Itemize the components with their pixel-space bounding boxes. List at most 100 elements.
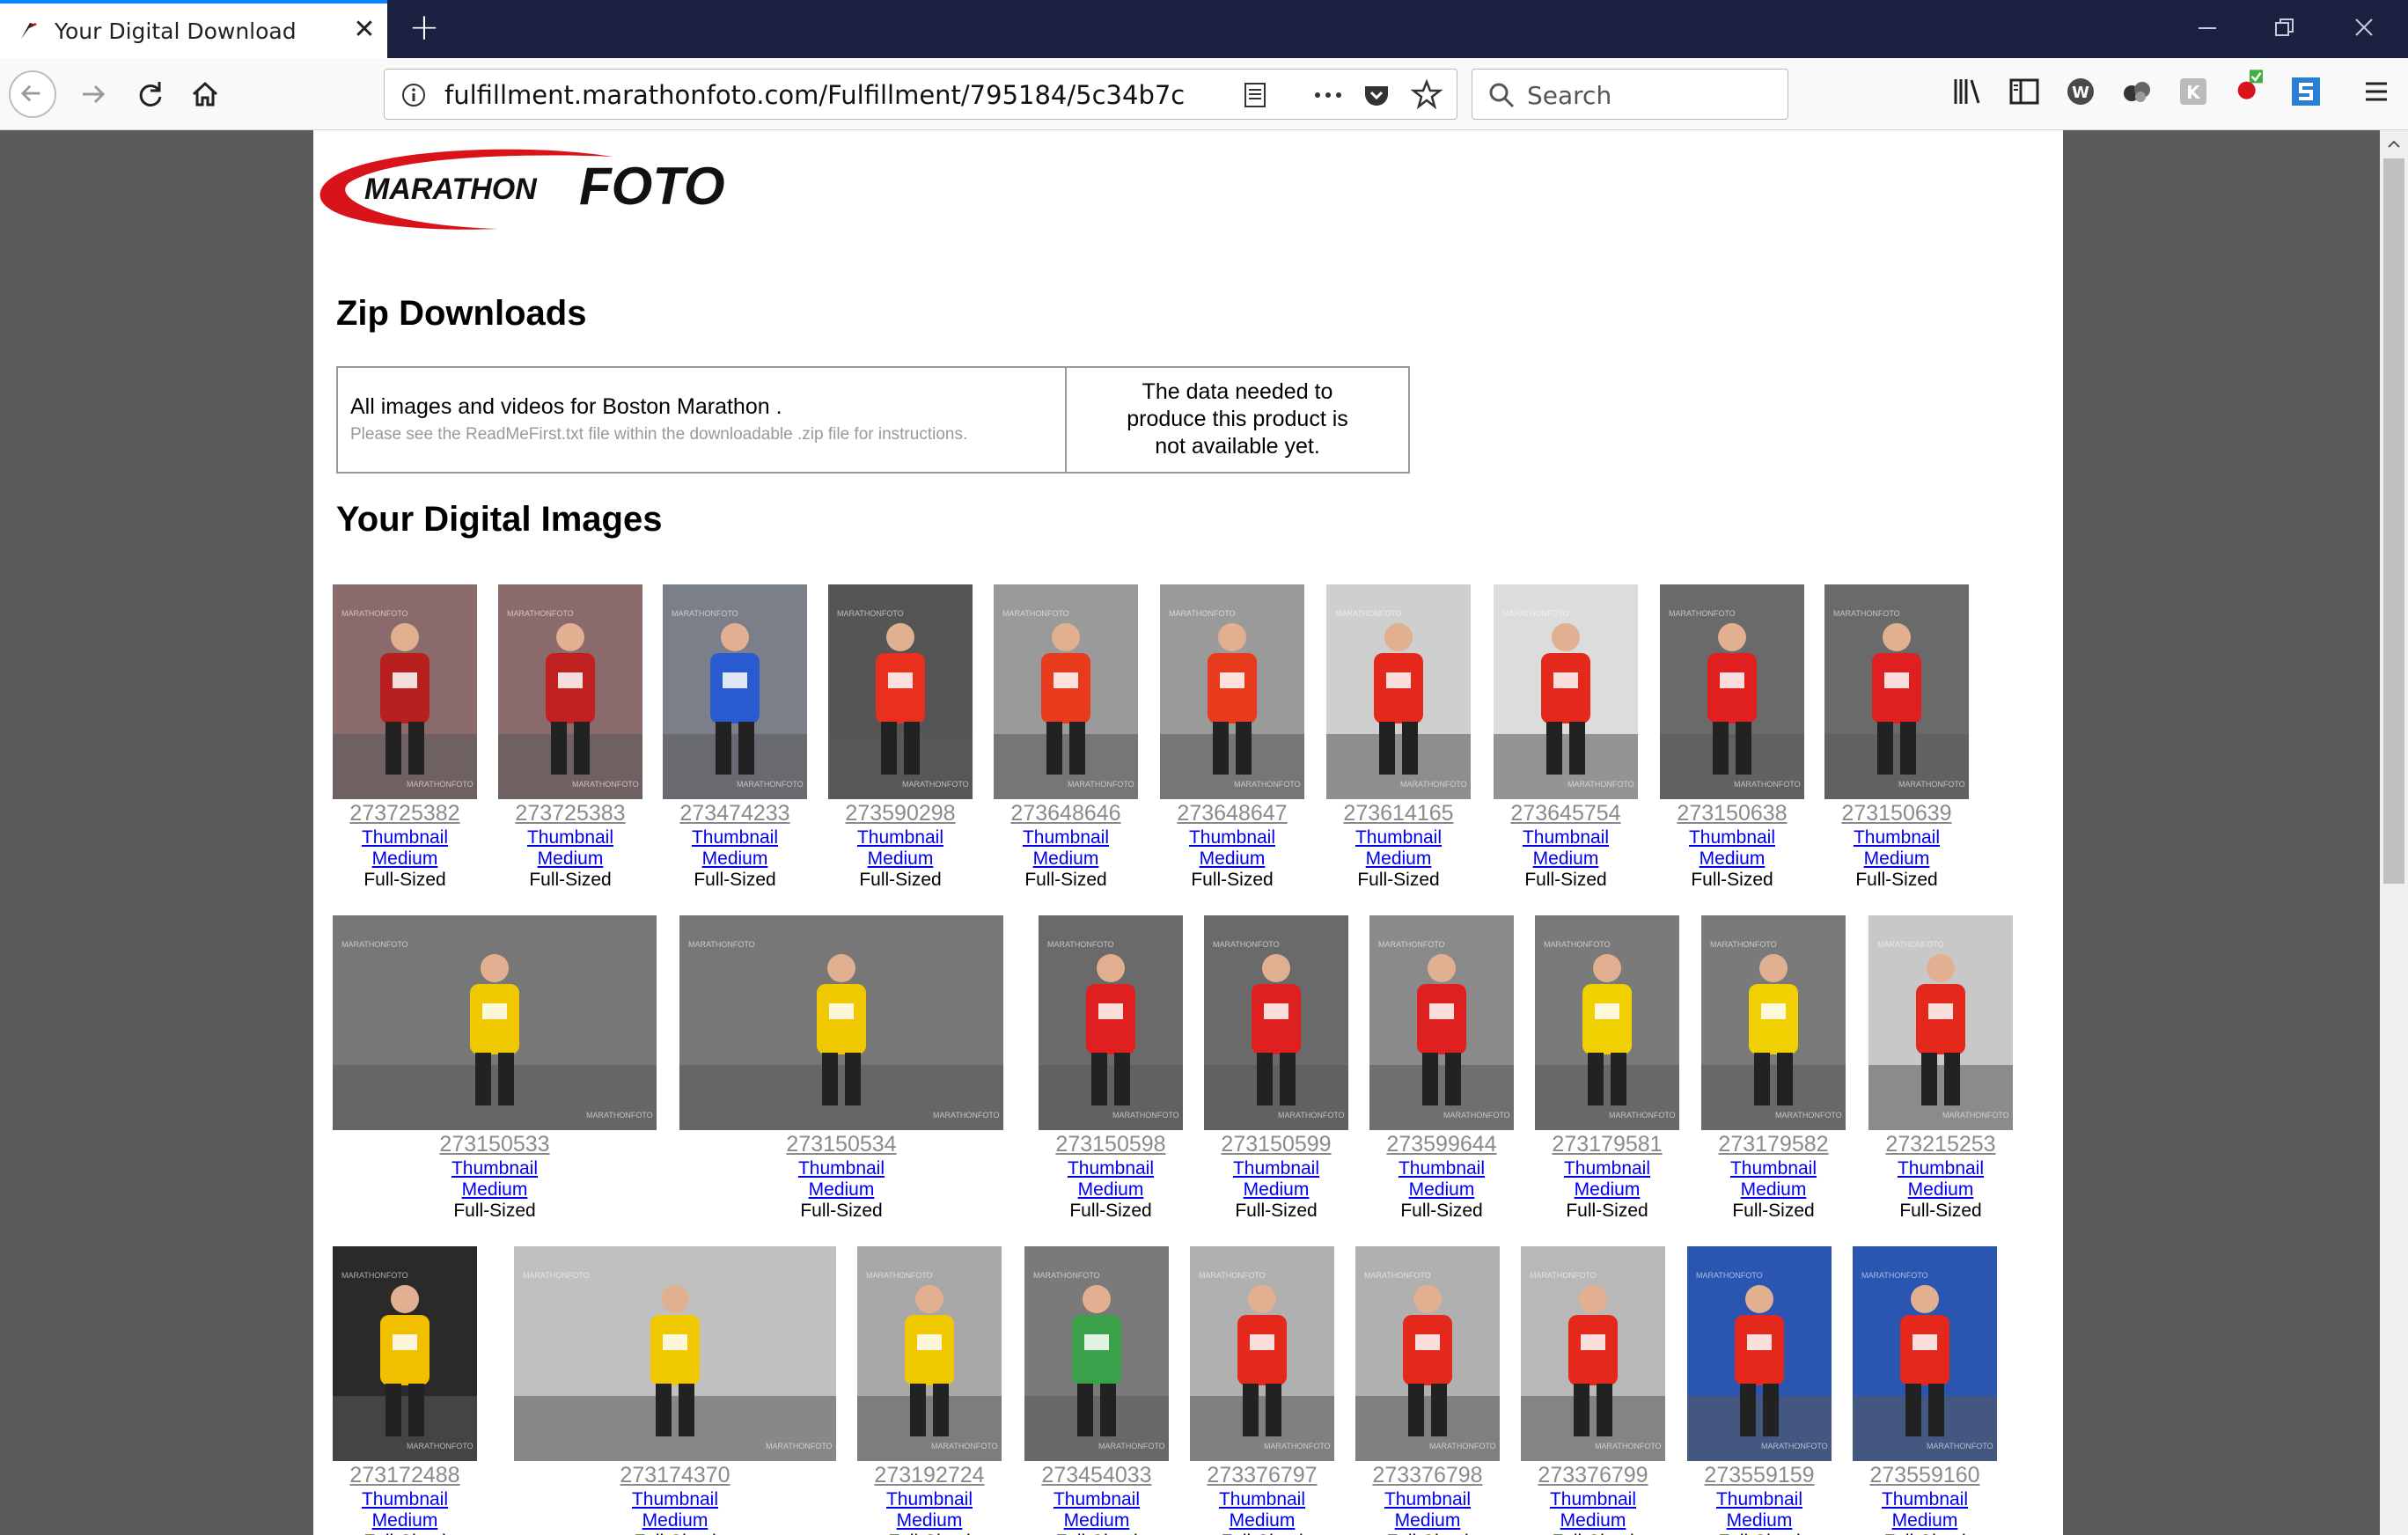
extension-balls-icon[interactable]	[2119, 74, 2155, 109]
search-bar[interactable]: Search	[1472, 69, 1788, 120]
photo-thumbnail-image[interactable]: MARATHONFOTO MARATHONFOTO	[1868, 915, 2013, 1130]
photo-thumbnail-image[interactable]: MARATHONFOTO MARATHONFOTO	[514, 1246, 836, 1461]
extension-k-icon[interactable]: K	[2176, 74, 2211, 109]
photo-thumbnail-image[interactable]: MARATHONFOTO MARATHONFOTO	[333, 584, 477, 799]
thumbnail-link[interactable]: Thumbnail	[1701, 1158, 1846, 1179]
photo-thumbnail-image[interactable]: MARATHONFOTO MARATHONFOTO	[1204, 915, 1348, 1130]
photo-thumbnail-image[interactable]: MARATHONFOTO MARATHONFOTO	[828, 584, 973, 799]
restore-icon[interactable]	[2267, 12, 2302, 44]
url-text[interactable]: fulfillment.marathonfoto.com/Fulfillment…	[444, 80, 1184, 110]
photo-thumbnail-image[interactable]: MARATHONFOTO MARATHONFOTO	[1824, 584, 1969, 799]
photo-thumbnail-image[interactable]: MARATHONFOTO MARATHONFOTO	[1355, 1246, 1500, 1461]
medium-link[interactable]: Medium	[1701, 1179, 1846, 1201]
extension-w-icon[interactable]: W	[2063, 74, 2098, 109]
medium-link[interactable]: Medium	[1190, 1510, 1334, 1531]
photo-thumbnail-image[interactable]: MARATHONFOTO MARATHONFOTO	[1190, 1246, 1334, 1461]
thumbnail-link[interactable]: Thumbnail	[663, 827, 807, 848]
medium-link[interactable]: Medium	[1355, 1510, 1500, 1531]
medium-link[interactable]: Medium	[663, 848, 807, 870]
medium-link[interactable]: Medium	[1535, 1179, 1679, 1201]
medium-link[interactable]: Medium	[333, 1179, 657, 1201]
browser-tab[interactable]: Your Digital Download ✕	[0, 0, 387, 58]
thumbnail-link[interactable]: Thumbnail	[1160, 827, 1304, 848]
thumbnail-link[interactable]: Thumbnail	[514, 1489, 836, 1510]
photo-thumbnail-image[interactable]: MARATHONFOTO MARATHONFOTO	[1024, 1246, 1169, 1461]
medium-link[interactable]: Medium	[1039, 1179, 1183, 1201]
photo-thumbnail-image[interactable]: MARATHONFOTO MARATHONFOTO	[498, 584, 642, 799]
home-icon[interactable]	[181, 70, 229, 118]
photo-thumbnail-image[interactable]: MARATHONFOTO MARATHONFOTO	[333, 1246, 477, 1461]
photo-thumbnail-image[interactable]: MARATHONFOTO MARATHONFOTO	[333, 915, 657, 1130]
thumbnail-link[interactable]: Thumbnail	[1204, 1158, 1348, 1179]
photo-thumbnail-image[interactable]: MARATHONFOTO MARATHONFOTO	[994, 584, 1138, 799]
thumbnail-link[interactable]: Thumbnail	[1326, 827, 1471, 848]
reader-view-icon[interactable]	[1240, 80, 1270, 110]
photo-thumbnail-image[interactable]: MARATHONFOTO MARATHONFOTO	[663, 584, 807, 799]
medium-link[interactable]: Medium	[1204, 1179, 1348, 1201]
photo-thumbnail-image[interactable]: MARATHONFOTO MARATHONFOTO	[679, 915, 1003, 1130]
thumbnail-link[interactable]: Thumbnail	[1024, 1489, 1169, 1510]
thumbnail-link[interactable]: Thumbnail	[1853, 1489, 1997, 1510]
close-window-icon[interactable]	[2346, 12, 2382, 44]
photo-thumbnail-image[interactable]: MARATHONFOTO MARATHONFOTO	[1687, 1246, 1832, 1461]
site-info-icon[interactable]	[400, 82, 427, 108]
medium-link[interactable]: Medium	[333, 1510, 477, 1531]
medium-link[interactable]: Medium	[514, 1510, 836, 1531]
photo-thumbnail-image[interactable]: MARATHONFOTO MARATHONFOTO	[1853, 1246, 1997, 1461]
medium-link[interactable]: Medium	[498, 848, 642, 870]
back-arrow-icon[interactable]	[9, 70, 56, 118]
pocket-icon[interactable]	[1362, 80, 1391, 110]
medium-link[interactable]: Medium	[1853, 1510, 1997, 1531]
thumbnail-link[interactable]: Thumbnail	[498, 827, 642, 848]
thumbnail-link[interactable]: Thumbnail	[994, 827, 1138, 848]
medium-link[interactable]: Medium	[1494, 848, 1638, 870]
scrollbar-thumb[interactable]	[2383, 158, 2404, 884]
thumbnail-link[interactable]: Thumbnail	[1494, 827, 1638, 848]
photo-thumbnail-image[interactable]: MARATHONFOTO MARATHONFOTO	[1701, 915, 1846, 1130]
hamburger-menu-icon[interactable]	[2359, 74, 2394, 109]
new-tab-button[interactable]: +	[407, 9, 442, 46]
forward-arrow-icon[interactable]	[70, 70, 118, 118]
thumbnail-link[interactable]: Thumbnail	[333, 827, 477, 848]
medium-link[interactable]: Medium	[1521, 1510, 1665, 1531]
photo-thumbnail-image[interactable]: MARATHONFOTO MARATHONFOTO	[1521, 1246, 1665, 1461]
photo-thumbnail-image[interactable]: MARATHONFOTO MARATHONFOTO	[1535, 915, 1679, 1130]
thumbnail-link[interactable]: Thumbnail	[679, 1158, 1003, 1179]
vertical-scrollbar[interactable]	[2380, 130, 2408, 1535]
photo-thumbnail-image[interactable]: MARATHONFOTO MARATHONFOTO	[1039, 915, 1183, 1130]
library-icon[interactable]	[1950, 74, 1986, 109]
thumbnail-link[interactable]: Thumbnail	[828, 827, 973, 848]
photo-thumbnail-image[interactable]: MARATHONFOTO MARATHONFOTO	[857, 1246, 1002, 1461]
thumbnail-link[interactable]: Thumbnail	[1660, 827, 1804, 848]
medium-link[interactable]: Medium	[1160, 848, 1304, 870]
medium-link[interactable]: Medium	[1687, 1510, 1832, 1531]
thumbnail-link[interactable]: Thumbnail	[1039, 1158, 1183, 1179]
medium-link[interactable]: Medium	[1868, 1179, 2013, 1201]
sidebar-icon[interactable]	[2007, 74, 2042, 109]
thumbnail-link[interactable]: Thumbnail	[1355, 1489, 1500, 1510]
medium-link[interactable]: Medium	[994, 848, 1138, 870]
photo-thumbnail-image[interactable]: MARATHONFOTO MARATHONFOTO	[1160, 584, 1304, 799]
medium-link[interactable]: Medium	[333, 848, 477, 870]
close-tab-icon[interactable]: ✕	[350, 16, 378, 44]
extension-s-icon[interactable]	[2288, 74, 2324, 109]
photo-thumbnail-image[interactable]: MARATHONFOTO MARATHONFOTO	[1660, 584, 1804, 799]
thumbnail-link[interactable]: Thumbnail	[333, 1158, 657, 1179]
medium-link[interactable]: Medium	[1660, 848, 1804, 870]
thumbnail-link[interactable]: Thumbnail	[1868, 1158, 2013, 1179]
medium-link[interactable]: Medium	[679, 1179, 1003, 1201]
bookmark-star-icon[interactable]	[1411, 78, 1443, 110]
scroll-up-arrow-icon[interactable]	[2387, 137, 2401, 151]
page-actions-menu-icon[interactable]	[1310, 80, 1346, 110]
medium-link[interactable]: Medium	[828, 848, 973, 870]
medium-link[interactable]: Medium	[1824, 848, 1969, 870]
url-bar[interactable]: fulfillment.marathonfoto.com/Fulfillment…	[384, 69, 1457, 120]
extension-checked-icon[interactable]	[2232, 67, 2267, 102]
photo-thumbnail-image[interactable]: MARATHONFOTO MARATHONFOTO	[1326, 584, 1471, 799]
thumbnail-link[interactable]: Thumbnail	[857, 1489, 1002, 1510]
photo-thumbnail-image[interactable]: MARATHONFOTO MARATHONFOTO	[1494, 584, 1638, 799]
minimize-icon[interactable]	[2190, 12, 2225, 44]
medium-link[interactable]: Medium	[1326, 848, 1471, 870]
thumbnail-link[interactable]: Thumbnail	[1190, 1489, 1334, 1510]
thumbnail-link[interactable]: Thumbnail	[1824, 827, 1969, 848]
